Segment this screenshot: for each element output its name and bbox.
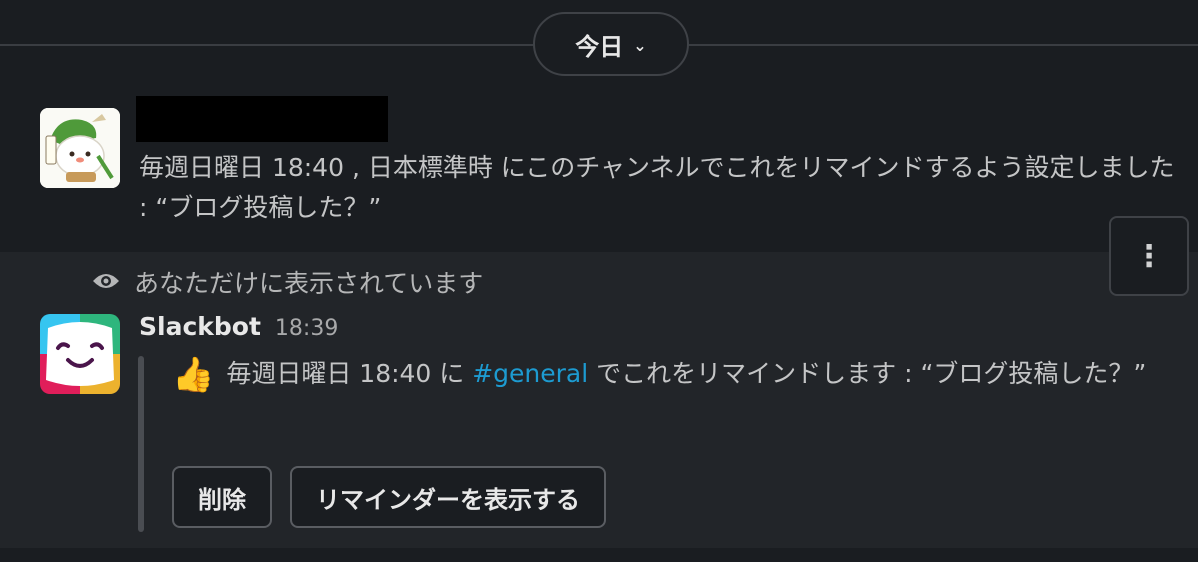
eye-icon xyxy=(92,268,120,297)
channel-link[interactable]: #general xyxy=(472,359,588,388)
sender-name[interactable]: Slackbot xyxy=(139,312,261,341)
show-reminders-button[interactable]: リマインダーを表示する xyxy=(290,466,606,528)
reminder-confirmation-message: 毎週日曜日 18:40 , 日本標準時 にこのチャンネルでこれをリマインドするよ… xyxy=(0,90,1198,250)
ephemeral-message-block: あなただけに表示されています Slackbot 18:39 👍 毎週日曜日 18:… xyxy=(0,252,1198,548)
action-buttons: 削除 リマインダーを表示する xyxy=(172,466,606,528)
message-header: Slackbot 18:39 xyxy=(139,312,338,341)
attachment-bar xyxy=(138,356,144,532)
date-label: 今日 xyxy=(575,32,624,61)
message-text-after: でこれをリマインドします : “ブログ投稿した？” xyxy=(588,359,1147,388)
ephemeral-notice-text: あなただけに表示されています xyxy=(134,269,484,298)
ephemeral-notice: あなただけに表示されています xyxy=(92,264,483,300)
message-text-before: 毎週日曜日 18:40 に xyxy=(226,359,473,388)
message-text: 毎週日曜日 18:40 , 日本標準時 にこのチャンネルでこれをリマインドするよ… xyxy=(139,153,1175,222)
redacted-sender-name xyxy=(136,96,388,142)
message-timestamp[interactable]: 18:39 xyxy=(275,316,338,341)
delete-button[interactable]: 削除 xyxy=(172,466,272,528)
more-actions-button[interactable]: ⋮ xyxy=(1109,216,1189,296)
thumbs-up-icon: 👍 xyxy=(172,355,215,395)
bottom-strip xyxy=(0,548,1198,562)
attachment-text: 👍 毎週日曜日 18:40 に #general でこれをリマインドします : “… xyxy=(172,352,1172,397)
more-vertical-icon: ⋮ xyxy=(1134,238,1164,274)
chevron-down-icon: ⌄ xyxy=(633,35,647,55)
slackbot-avatar-icon[interactable] xyxy=(40,314,120,394)
date-divider-button[interactable]: 今日 ⌄ xyxy=(533,12,689,76)
mascot-avatar-icon[interactable] xyxy=(40,108,120,188)
